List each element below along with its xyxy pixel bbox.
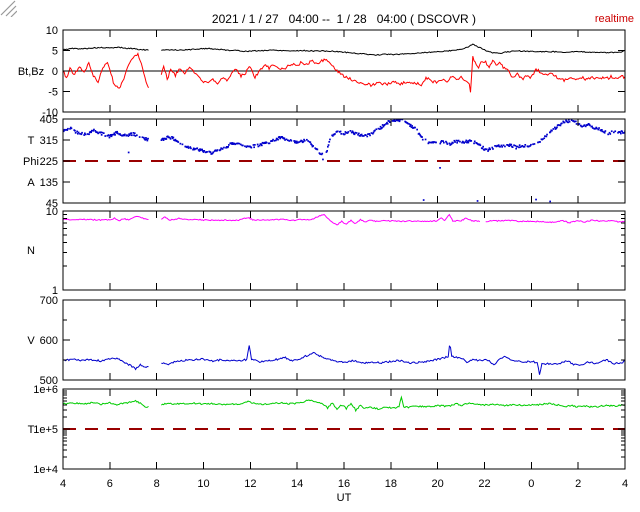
x-tick-label: 20 xyxy=(432,478,444,490)
panel-ylabel: A xyxy=(27,177,35,189)
y-tick-label: 135 xyxy=(40,177,58,189)
panel-temperature: 1e+6 1e+5 1e+4 T xyxy=(28,384,626,476)
x-tick-label: 0 xyxy=(528,478,534,490)
y-tick-label: 700 xyxy=(40,295,58,307)
x-tick-label: 8 xyxy=(154,478,160,490)
solar-wind-chart: 1050-5-10Bt,Bz40531522513545TPhiA101N700… xyxy=(18,25,628,504)
y-tick-label: 225 xyxy=(40,156,58,168)
y-tick-label: 10 xyxy=(46,25,58,37)
y-tick-label: 1e+4 xyxy=(33,464,58,476)
series-Bt xyxy=(63,43,625,56)
panel-density: 101N xyxy=(27,206,626,297)
x-tick-label: 4 xyxy=(622,478,628,490)
panel-ylabel: T xyxy=(28,424,35,436)
series-Phi xyxy=(63,119,625,203)
y-tick-label: 600 xyxy=(40,335,58,347)
panel-velocity: 700600500V xyxy=(27,295,626,387)
x-tick-label: 12 xyxy=(244,478,256,490)
y-tick-label: 1e+6 xyxy=(33,384,58,396)
panel-ylabel: Bt,Bz xyxy=(18,66,44,78)
y-tick-label: 0 xyxy=(52,66,58,78)
x-tick-label: 22 xyxy=(478,478,490,490)
resize-grip-icon xyxy=(0,0,17,17)
panel-phi: 40531522513545TPhiA xyxy=(23,114,626,210)
x-axis-title: UT xyxy=(337,492,352,504)
x-tick-label: 16 xyxy=(338,478,350,490)
series-Bz xyxy=(63,52,625,93)
panel-ylabel: T xyxy=(28,135,35,147)
y-tick-label: 315 xyxy=(40,135,58,147)
panel-bt-bz: 1050-5-10Bt,Bz xyxy=(18,25,626,119)
x-tick-label: 10 xyxy=(197,478,209,490)
panel-ylabel: V xyxy=(27,335,35,347)
plot-window: 2021 / 1 / 27 04:00 -- 1 / 28 04:00 ( DS… xyxy=(0,0,640,512)
series-V xyxy=(63,345,625,375)
y-tick-label: 405 xyxy=(40,114,58,126)
x-tick-label: 6 xyxy=(107,478,113,490)
y-tick-label: -5 xyxy=(48,87,58,99)
x-tick-label: 14 xyxy=(291,478,303,490)
x-tick-label: 2 xyxy=(575,478,581,490)
y-tick-label: 5 xyxy=(52,46,58,58)
panel-border xyxy=(62,118,626,204)
panel-ylabel: N xyxy=(27,245,35,257)
panel-ylabel: Phi xyxy=(23,156,39,168)
x-tick-label: 4 xyxy=(60,478,66,490)
panel-border xyxy=(62,388,626,470)
y-tick-label: 1e+5 xyxy=(33,424,58,436)
y-tick-label: 10 xyxy=(46,206,58,218)
x-tick-label: 18 xyxy=(385,478,397,490)
series-T xyxy=(63,395,625,413)
